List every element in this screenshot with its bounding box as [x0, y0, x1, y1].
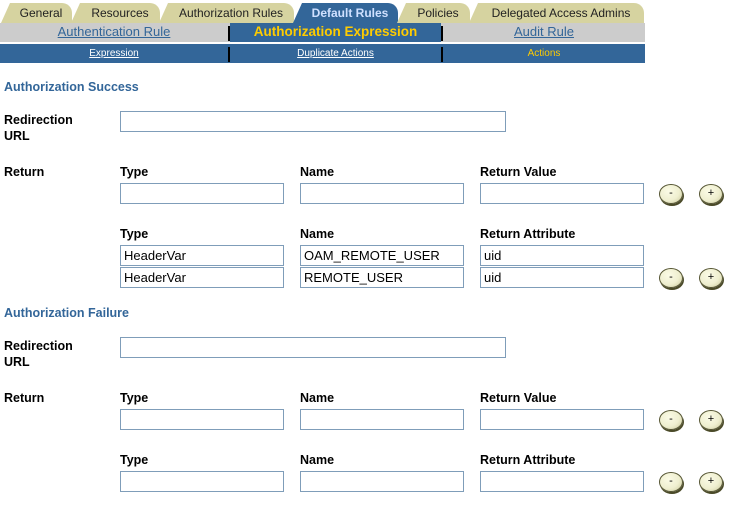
remove-button[interactable]: -	[659, 184, 683, 204]
tab-default-rules[interactable]: Default Rules	[293, 3, 398, 23]
add-button[interactable]: +	[699, 268, 723, 288]
failure-attr-type-input[interactable]	[120, 471, 284, 492]
success-attr-name-input-2[interactable]	[300, 267, 464, 288]
return-value-header: Return Value	[480, 391, 557, 405]
success-attr-type-input-1[interactable]	[120, 245, 284, 266]
redirection-label: Redirection URL	[4, 112, 73, 144]
divider	[228, 26, 230, 41]
success-return-value-input[interactable]	[480, 183, 644, 204]
add-button[interactable]: +	[699, 472, 723, 492]
success-value-name-input[interactable]	[300, 183, 464, 204]
subtab-authentication-rule[interactable]: Authentication Rule	[0, 23, 228, 42]
subsubtab-link[interactable]: Expression	[89, 48, 138, 59]
label-line: URL	[4, 129, 30, 143]
return-attribute-header: Return Attribute	[480, 227, 576, 241]
success-redirection-url-input[interactable]	[120, 111, 506, 132]
return-label: Return	[4, 165, 45, 179]
subtab-link[interactable]: Authentication Rule	[58, 24, 171, 39]
tab-label: Default Rules	[311, 6, 389, 20]
failure-return-value-input[interactable]	[480, 409, 644, 430]
subsubtab-actions[interactable]: Actions	[443, 44, 645, 63]
tab-resources[interactable]: Resources	[71, 3, 160, 23]
type-header: Type	[120, 391, 149, 405]
label-line: Redirection	[4, 339, 73, 353]
label-line: URL	[4, 355, 30, 369]
remove-button[interactable]: -	[659, 410, 683, 430]
subtab-label: Authorization Expression	[253, 24, 418, 39]
subsubtab-label: Actions	[527, 48, 561, 59]
subtabs: Authentication Rule Authorization Expres…	[0, 23, 645, 42]
success-value-type-input[interactable]	[120, 183, 284, 204]
tab-authorization-rules[interactable]: Authorization Rules	[159, 3, 294, 23]
divider	[228, 47, 230, 62]
success-attr-name-input-1[interactable]	[300, 245, 464, 266]
divider	[441, 26, 443, 41]
subtab-audit-rule[interactable]: Audit Rule	[443, 23, 645, 42]
subtab-authorization-expression[interactable]: Authorization Expression	[230, 23, 441, 42]
subsubtab-link[interactable]: Duplicate Actions	[297, 48, 374, 59]
label-line: Redirection	[4, 113, 73, 127]
divider	[441, 47, 443, 62]
tab-label: Delegated Access Admins	[491, 6, 631, 20]
success-return-attribute-input-1[interactable]	[480, 245, 644, 266]
tab-label: Resources	[91, 6, 149, 20]
main-tabs: General Resources Authorization Rules De…	[0, 3, 645, 23]
tab-label: General	[19, 6, 63, 20]
subtab-link[interactable]: Audit Rule	[514, 24, 574, 39]
section-title-success: Authorization Success	[4, 80, 139, 94]
redirection-label: Redirection URL	[4, 338, 73, 370]
subsubtabs: Expression Duplicate Actions Actions	[0, 44, 645, 63]
return-value-header: Return Value	[480, 165, 557, 179]
tab-delegated-access-admins[interactable]: Delegated Access Admins	[469, 3, 644, 23]
failure-return-attribute-input[interactable]	[480, 471, 644, 492]
add-button[interactable]: +	[699, 410, 723, 430]
type-header: Type	[120, 453, 149, 467]
success-return-attribute-input-2[interactable]	[480, 267, 644, 288]
failure-redirection-url-input[interactable]	[120, 337, 506, 358]
return-attribute-header: Return Attribute	[480, 453, 576, 467]
tab-general[interactable]: General	[1, 3, 72, 23]
remove-button[interactable]: -	[659, 472, 683, 492]
add-button[interactable]: +	[699, 184, 723, 204]
type-header: Type	[120, 165, 149, 179]
remove-button[interactable]: -	[659, 268, 683, 288]
name-header: Name	[300, 227, 335, 241]
tab-policies[interactable]: Policies	[397, 3, 470, 23]
failure-attr-name-input[interactable]	[300, 471, 464, 492]
success-attr-type-input-2[interactable]	[120, 267, 284, 288]
return-label: Return	[4, 391, 45, 405]
subsubtab-duplicate-actions[interactable]: Duplicate Actions	[230, 44, 441, 63]
name-header: Name	[300, 453, 335, 467]
failure-value-name-input[interactable]	[300, 409, 464, 430]
section-title-failure: Authorization Failure	[4, 306, 129, 320]
failure-value-type-input[interactable]	[120, 409, 284, 430]
type-header: Type	[120, 227, 149, 241]
name-header: Name	[300, 165, 335, 179]
tab-label: Policies	[417, 6, 459, 20]
tab-label: Authorization Rules	[178, 6, 284, 20]
name-header: Name	[300, 391, 335, 405]
subsubtab-expression[interactable]: Expression	[0, 44, 228, 63]
